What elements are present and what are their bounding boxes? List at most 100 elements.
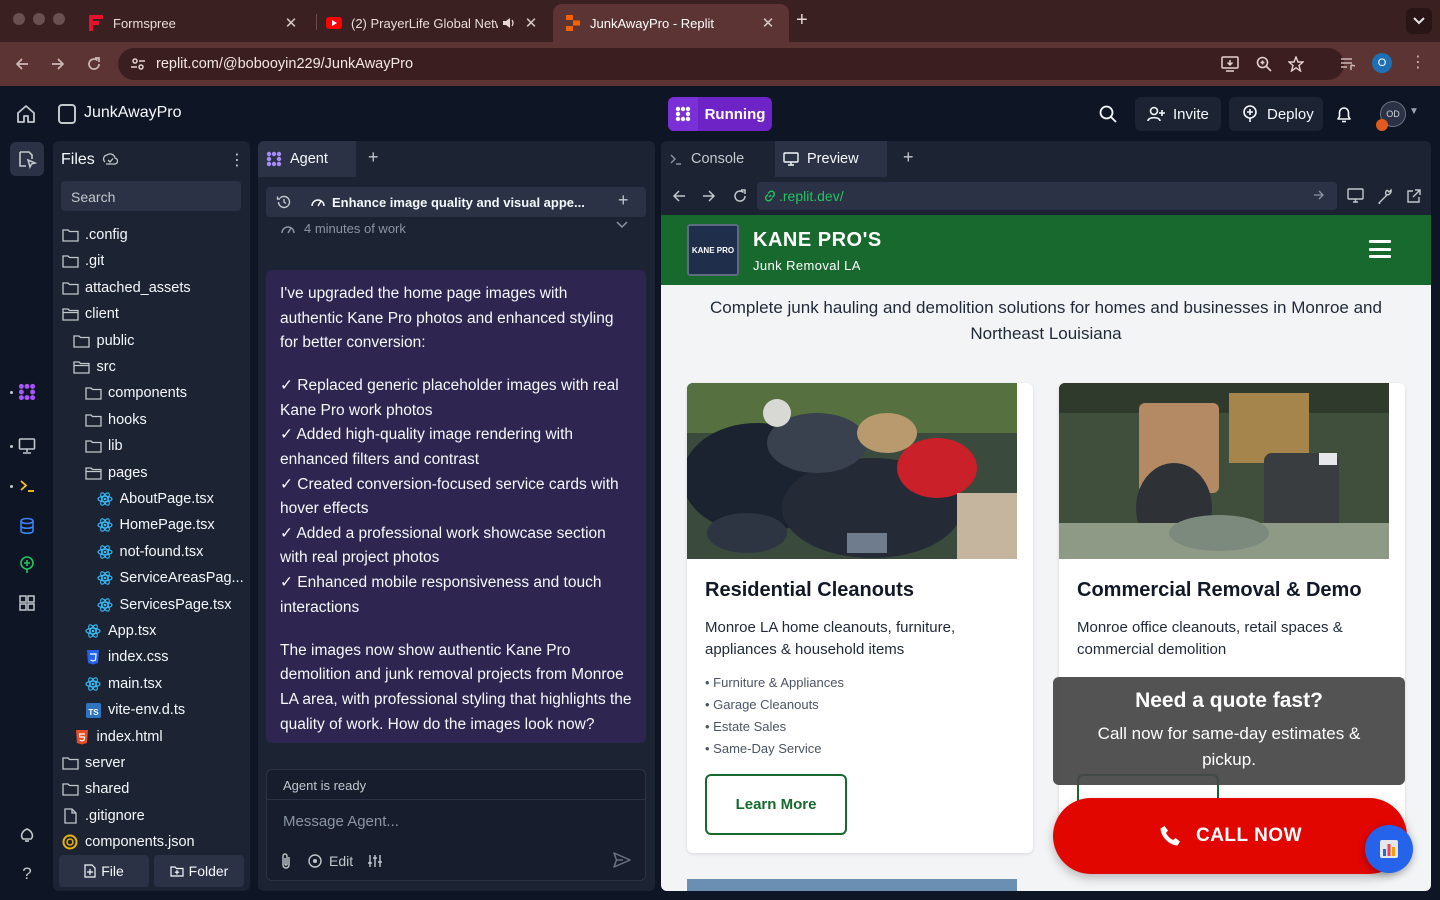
- close-icon[interactable]: ✕: [759, 14, 777, 32]
- file-tree-item[interactable]: ServiceAreasPag...: [96, 566, 245, 590]
- file-tree-item[interactable]: shared: [61, 777, 244, 801]
- file-tree-item[interactable]: App.tsx: [84, 619, 244, 643]
- react-file-icon: [84, 622, 102, 640]
- console-tool-icon[interactable]: [14, 473, 40, 499]
- whats-new-icon[interactable]: [14, 822, 40, 848]
- media-queue-icon[interactable]: [1337, 53, 1359, 75]
- deployments-icon[interactable]: [14, 552, 40, 578]
- reload-icon[interactable]: [732, 188, 748, 204]
- site-settings-icon[interactable]: [130, 56, 146, 72]
- learn-more-button[interactable]: Learn More: [705, 774, 847, 835]
- help-icon[interactable]: ?: [14, 861, 40, 887]
- window-zoom-dot[interactable]: [53, 13, 65, 25]
- call-now-button[interactable]: CALL NOW: [1053, 798, 1407, 874]
- tab-console[interactable]: Console: [661, 141, 773, 177]
- browser-tab-formspree[interactable]: Formspree ✕: [76, 4, 312, 42]
- agent-topic-bar[interactable]: Enhance image quality and visual appe...…: [266, 187, 646, 217]
- open-new-window-icon[interactable]: [1406, 188, 1422, 204]
- go-arrow-icon[interactable]: [1313, 189, 1325, 201]
- file-tree-item[interactable]: lib: [84, 434, 244, 458]
- file-tree-item[interactable]: ServicesPage.tsx: [96, 593, 245, 617]
- tab-preview[interactable]: Preview: [775, 141, 887, 177]
- site-brand[interactable]: KANE PRO'S: [753, 229, 882, 252]
- close-icon[interactable]: ✕: [282, 14, 300, 32]
- file-tree-item[interactable]: not-found.tsx: [96, 540, 245, 564]
- file-tree-item[interactable]: client: [61, 302, 244, 326]
- all-tools-icon[interactable]: [14, 590, 40, 616]
- file-tree-item[interactable]: index.css: [84, 645, 244, 669]
- devtools-icon[interactable]: [1347, 188, 1365, 204]
- file-tree-item[interactable]: .git: [61, 249, 244, 273]
- wrench-icon[interactable]: [1377, 188, 1393, 204]
- reload-icon[interactable]: [83, 53, 105, 75]
- file-tree-item[interactable]: src: [73, 355, 245, 379]
- new-chat-plus-icon[interactable]: +: [618, 190, 629, 211]
- add-tab-plus-icon[interactable]: +: [368, 147, 379, 168]
- file-tree-item[interactable]: components.json: [61, 830, 244, 854]
- speaker-icon[interactable]: [502, 15, 516, 31]
- file-tree-item[interactable]: hooks: [84, 408, 244, 432]
- file-tree-item[interactable]: main.tsx: [84, 672, 244, 696]
- browser-tab-prayerlife[interactable]: (2) PrayerLife Global Netw ✕: [314, 4, 552, 42]
- notifications-bell-icon[interactable]: [1334, 104, 1356, 126]
- zoom-icon[interactable]: [1254, 54, 1274, 74]
- agent-message-input[interactable]: Message Agent...: [283, 813, 399, 830]
- file-tree-item[interactable]: HomePage.tsx: [96, 513, 245, 537]
- browser-menu-icon[interactable]: ⋮: [1410, 52, 1426, 72]
- agent-tool-icon[interactable]: [14, 379, 40, 405]
- repl-name[interactable]: JunkAwayPro: [84, 104, 182, 122]
- preview-tool-icon[interactable]: [14, 433, 40, 459]
- history-icon[interactable]: [276, 194, 292, 210]
- back-arrow-icon[interactable]: [671, 188, 687, 204]
- window-close-dot[interactable]: [13, 13, 25, 25]
- new-file-button[interactable]: File: [59, 855, 149, 887]
- home-icon[interactable]: [14, 102, 38, 126]
- files-menu-icon[interactable]: ⋮: [229, 150, 245, 170]
- file-tree-item[interactable]: components: [84, 381, 244, 405]
- forward-arrow-icon[interactable]: [701, 188, 717, 204]
- hamburger-menu-icon[interactable]: [1369, 240, 1391, 258]
- new-folder-button[interactable]: Folder: [154, 855, 244, 887]
- edit-button[interactable]: Edit: [307, 853, 353, 869]
- invite-button[interactable]: Invite: [1135, 97, 1221, 131]
- file-tree-item[interactable]: public: [73, 329, 245, 353]
- database-icon[interactable]: [14, 513, 40, 539]
- file-tree-item[interactable]: server: [61, 751, 244, 775]
- browser-profile-avatar[interactable]: O: [1372, 53, 1392, 73]
- add-tab-plus-icon[interactable]: +: [903, 147, 914, 168]
- send-icon[interactable]: [613, 852, 631, 871]
- search-icon[interactable]: [1098, 104, 1120, 126]
- file-tree-item[interactable]: attached_assets: [61, 276, 244, 300]
- file-tree-item[interactable]: .gitignore: [61, 804, 244, 828]
- kane-pro-logo[interactable]: KANE PRO: [687, 224, 739, 276]
- formspree-icon: [88, 15, 104, 31]
- run-button[interactable]: Running: [668, 97, 772, 131]
- preview-address-input[interactable]: .replit.dev/: [757, 182, 1337, 210]
- new-tab-plus-icon[interactable]: +: [796, 9, 808, 32]
- agent-message: I've upgraded the home page images with …: [266, 270, 646, 743]
- agent-work-summary[interactable]: 4 minutes of work: [280, 221, 628, 236]
- forward-arrow-icon[interactable]: [47, 53, 69, 75]
- close-icon[interactable]: ✕: [522, 14, 540, 32]
- address-bar[interactable]: replit.com/@bobooyin229/JunkAwayPro: [118, 48, 1344, 80]
- files-search-input[interactable]: Search: [61, 181, 241, 211]
- chevron-down-icon[interactable]: ▼: [1409, 106, 1419, 117]
- file-tree-item[interactable]: TS vite-env.d.ts: [84, 698, 244, 722]
- bookmark-star-icon[interactable]: [1286, 54, 1306, 74]
- attach-paperclip-icon[interactable]: [279, 852, 293, 870]
- tab-agent[interactable]: Agent: [258, 141, 356, 177]
- file-tree-item[interactable]: index.html: [73, 725, 245, 749]
- window-minimize-dot[interactable]: [33, 13, 45, 25]
- tab-list-chevron-icon[interactable]: [1406, 8, 1432, 34]
- file-tree-item[interactable]: .config: [61, 223, 244, 247]
- chevron-down-icon[interactable]: [616, 221, 628, 229]
- file-tree-item[interactable]: pages: [84, 461, 244, 485]
- file-tree-item[interactable]: AboutPage.tsx: [96, 487, 245, 511]
- files-tool-icon[interactable]: [10, 142, 44, 176]
- back-arrow-icon[interactable]: [11, 53, 33, 75]
- sliders-icon[interactable]: [367, 853, 383, 869]
- deploy-button[interactable]: Deploy: [1229, 97, 1323, 131]
- analytics-chart-icon[interactable]: [1365, 825, 1413, 873]
- install-app-icon[interactable]: [1220, 54, 1240, 74]
- browser-tab-replit[interactable]: JunkAwayPro - Replit ✕: [553, 4, 789, 42]
